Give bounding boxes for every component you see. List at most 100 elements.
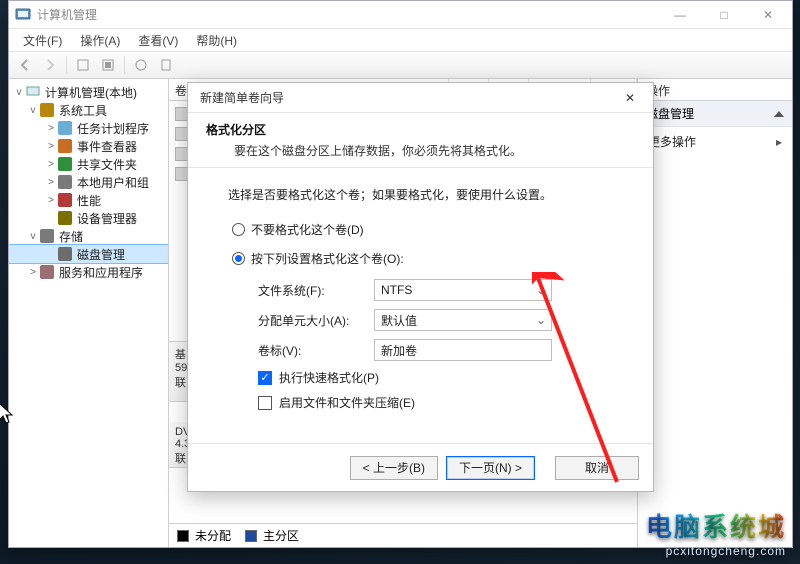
- menu-help[interactable]: 帮助(H): [188, 30, 245, 51]
- chk-quick-format-label: 执行快速格式化(P): [279, 369, 379, 386]
- combo-filesystem-value: NTFS: [381, 283, 412, 297]
- chevron-right-icon: ▸: [776, 135, 782, 149]
- tree-item[interactable]: 磁盘管理: [9, 245, 168, 263]
- refresh-icon[interactable]: [96, 54, 120, 76]
- actions-band[interactable]: 磁盘管理: [638, 101, 792, 127]
- cancel-button[interactable]: 取消: [555, 456, 639, 480]
- toolbar-sep-2: [124, 56, 125, 74]
- legend-primary: 主分区: [263, 527, 299, 544]
- titlebar: 计算机管理 — □ ✕: [9, 1, 792, 29]
- actions-pane: 操作 磁盘管理 更多操作 ▸: [637, 79, 792, 547]
- tree-item-label: 事件查看器: [77, 138, 137, 155]
- tree-node-icon: [57, 156, 73, 172]
- tree-item-label: 本地用户和组: [77, 174, 149, 191]
- dialog-lead: 选择是否要格式化这个卷；如果要格式化，要使用什么设置。: [228, 186, 625, 203]
- tree-item[interactable]: 设备管理器: [9, 209, 168, 227]
- tree-root-label: 计算机管理(本地): [45, 84, 137, 101]
- tree-item[interactable]: > 事件查看器: [9, 137, 168, 155]
- legend-primary-swatch: [245, 530, 257, 542]
- checkbox-checked-icon: ✓: [258, 371, 272, 385]
- combo-allocation[interactable]: 默认值 ⌄: [374, 309, 552, 331]
- tree-twist-icon: >: [45, 195, 57, 206]
- computer-icon: [25, 84, 41, 100]
- close-button[interactable]: ✕: [746, 1, 790, 29]
- tree-item[interactable]: v 存储: [9, 227, 168, 245]
- radio-no-format-label: 不要格式化这个卷(D): [251, 221, 364, 238]
- app-title: 计算机管理: [37, 6, 658, 23]
- chevron-down-icon: ⌄: [531, 310, 551, 330]
- tree-item[interactable]: >本地用户和组: [9, 173, 168, 191]
- menu-file[interactable]: 文件(F): [15, 30, 70, 51]
- cut-icon[interactable]: [71, 54, 95, 76]
- chk-quick-format[interactable]: ✓ 执行快速格式化(P): [258, 369, 625, 386]
- tree-node-icon: [57, 120, 73, 136]
- nav-fwd-icon[interactable]: [38, 54, 62, 76]
- next-button[interactable]: 下一页(N) >: [446, 456, 535, 480]
- input-volume-label[interactable]: 新加卷: [374, 339, 552, 361]
- dialog-body: 选择是否要格式化这个卷；如果要格式化，要使用什么设置。 不要格式化这个卷(D) …: [188, 168, 653, 443]
- cursor-icon: [0, 402, 16, 426]
- tree-item-label: 性能: [77, 192, 101, 209]
- collapse-icon: [774, 111, 784, 117]
- maximize-button[interactable]: □: [702, 1, 746, 29]
- tree-node-icon: [39, 102, 55, 118]
- tree-twist-icon: v: [27, 105, 39, 116]
- tree-item[interactable]: > 性能: [9, 191, 168, 209]
- nav-tree[interactable]: v 计算机管理(本地) v系统工具>任务计划程序>事件查看器>共享文件夹>本地用…: [9, 79, 169, 547]
- more-actions[interactable]: 更多操作 ▸: [638, 127, 792, 156]
- tree-twist-icon: >: [45, 159, 57, 170]
- input-volume-label-value: 新加卷: [381, 342, 417, 359]
- dialog-title: 新建简单卷向导: [200, 89, 613, 106]
- radio-no-format[interactable]: 不要格式化这个卷(D): [232, 221, 625, 238]
- help-icon[interactable]: [154, 54, 178, 76]
- tree-item[interactable]: v 系统工具: [9, 101, 168, 119]
- tree-node-icon: [57, 138, 73, 154]
- tree-twist-icon: >: [45, 141, 57, 152]
- tree-node-icon: [57, 210, 73, 226]
- back-button[interactable]: < 上一步(B): [350, 456, 438, 480]
- tree-node-icon: [39, 264, 55, 280]
- radio-do-format[interactable]: 按下列设置格式化这个卷(O):: [232, 250, 625, 267]
- menubar: 文件(F) 操作(A) 查看(V) 帮助(H): [9, 29, 792, 51]
- app-icon: [15, 7, 31, 23]
- radio-checked-icon: [232, 252, 245, 265]
- dialog-header: 格式化分区 要在这个磁盘分区上储存数据，你必须先将其格式化。: [188, 113, 653, 168]
- row-volume-label: 卷标(V): 新加卷: [258, 339, 625, 361]
- chk-compress[interactable]: 启用文件和文件夹压缩(E): [258, 394, 625, 411]
- tree-twist-icon: v: [27, 231, 39, 242]
- tree-item-label: 共享文件夹: [77, 156, 137, 173]
- legend: 未分配 主分区: [169, 523, 637, 547]
- tree-item-label: 系统工具: [59, 102, 107, 119]
- combo-allocation-value: 默认值: [381, 312, 417, 329]
- tree-node-icon: [57, 246, 73, 262]
- nav-back-icon[interactable]: [13, 54, 37, 76]
- dialog-close-button[interactable]: ✕: [613, 84, 647, 112]
- checkbox-icon: [258, 396, 272, 410]
- radio-do-format-label: 按下列设置格式化这个卷(O):: [251, 250, 404, 267]
- dialog-subheading: 要在这个磁盘分区上储存数据，你必须先将其格式化。: [234, 142, 635, 159]
- dialog-titlebar: 新建简单卷向导 ✕: [188, 83, 653, 113]
- menu-action[interactable]: 操作(A): [72, 30, 128, 51]
- dialog-heading: 格式化分区: [206, 121, 635, 138]
- tree-item[interactable]: >任务计划程序: [9, 119, 168, 137]
- chk-compress-label: 启用文件和文件夹压缩(E): [279, 394, 415, 411]
- tree-node-icon: [39, 228, 55, 244]
- tree-root[interactable]: v 计算机管理(本地): [9, 83, 168, 101]
- label-allocation: 分配单元大小(A):: [258, 312, 374, 329]
- tree-item[interactable]: >服务和应用程序: [9, 263, 168, 281]
- prop-icon[interactable]: [129, 54, 153, 76]
- toolbar-sep: [66, 56, 67, 74]
- chevron-down-icon: ⌄: [531, 280, 551, 300]
- tree-item-label: 存储: [59, 228, 83, 245]
- menu-view[interactable]: 查看(V): [130, 30, 186, 51]
- dialog-footer: < 上一步(B) 下一页(N) > 取消: [188, 443, 653, 491]
- tree-node-icon: [57, 192, 73, 208]
- label-volume-label: 卷标(V):: [258, 342, 374, 359]
- tree-item[interactable]: > 共享文件夹: [9, 155, 168, 173]
- combo-filesystem[interactable]: NTFS ⌄: [374, 279, 552, 301]
- minimize-button[interactable]: —: [658, 1, 702, 29]
- legend-unalloc: 未分配: [195, 527, 231, 544]
- tree-twist-icon: >: [27, 267, 39, 278]
- tree-item-label: 设备管理器: [77, 210, 137, 227]
- tree-twist-icon: >: [45, 123, 57, 134]
